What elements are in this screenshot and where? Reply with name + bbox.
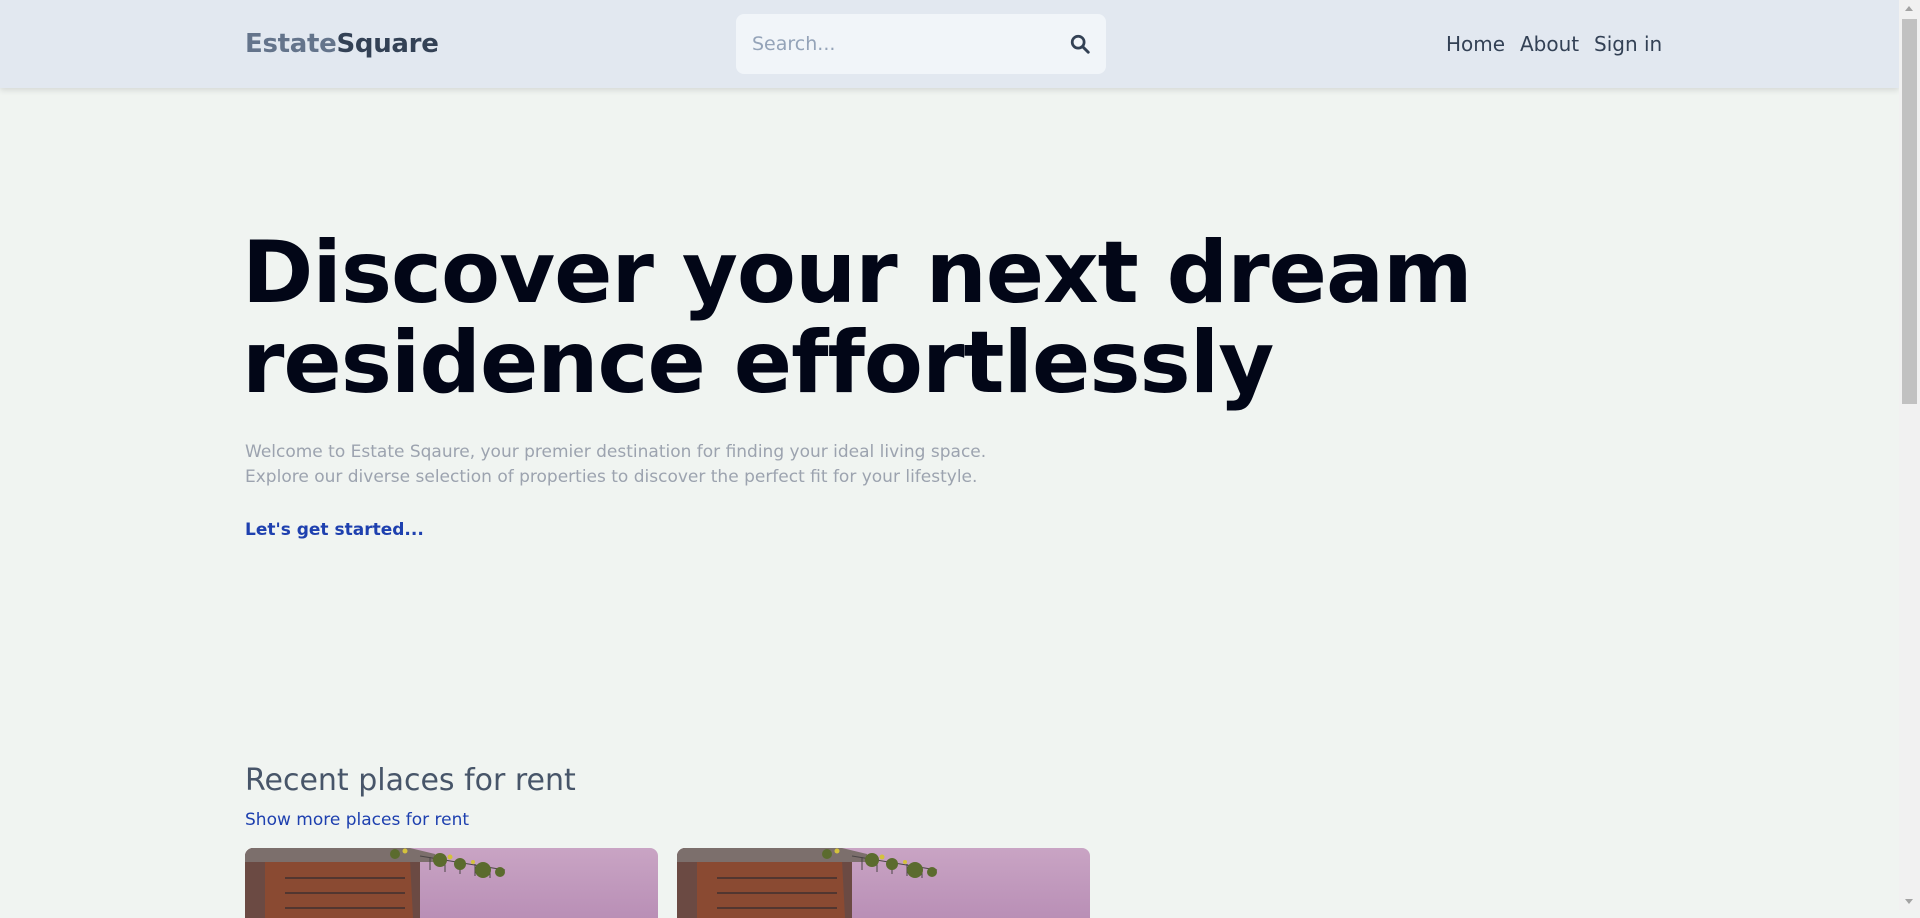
hero-title: Discover your next dream residence effor… [242, 228, 1542, 408]
search-input[interactable] [736, 14, 1052, 74]
logo-square: Square [336, 29, 439, 59]
recent-rent-title: Recent places for rent [245, 763, 576, 798]
nav-sign-in[interactable]: Sign in [1594, 32, 1662, 56]
scroll-down-arrow-icon[interactable] [1905, 899, 1913, 904]
get-started-link[interactable]: Let's get started... [245, 520, 424, 540]
building-photo [245, 848, 658, 918]
listing-card[interactable] [245, 848, 658, 918]
page-scrollbar[interactable] [1899, 0, 1920, 910]
hero-title-line-2: residence effortlessly [242, 313, 1274, 413]
hero-description: Welcome to Estate Sqaure, your premier d… [245, 440, 1045, 490]
scrollbar-thumb[interactable] [1902, 19, 1917, 404]
show-more-rent-link[interactable]: Show more places for rent [245, 810, 469, 830]
hero-description-line-1: Welcome to Estate Sqaure, your premier d… [245, 442, 987, 462]
logo-estate: Estate [245, 29, 337, 59]
building-photo [677, 848, 1090, 918]
site-logo[interactable]: EstateSquare [245, 29, 439, 59]
scroll-up-arrow-icon[interactable] [1905, 6, 1913, 11]
search-icon[interactable] [1069, 33, 1091, 55]
hero-description-line-2: Explore our diverse selection of propert… [245, 467, 978, 487]
nav-home[interactable]: Home [1446, 32, 1505, 56]
search-form [736, 14, 1106, 74]
listing-card[interactable] [677, 848, 1090, 918]
hero-title-line-1: Discover your next dream [242, 223, 1473, 323]
site-header: EstateSquare Home About Sign in [0, 0, 1899, 88]
nav-about[interactable]: About [1520, 32, 1579, 56]
